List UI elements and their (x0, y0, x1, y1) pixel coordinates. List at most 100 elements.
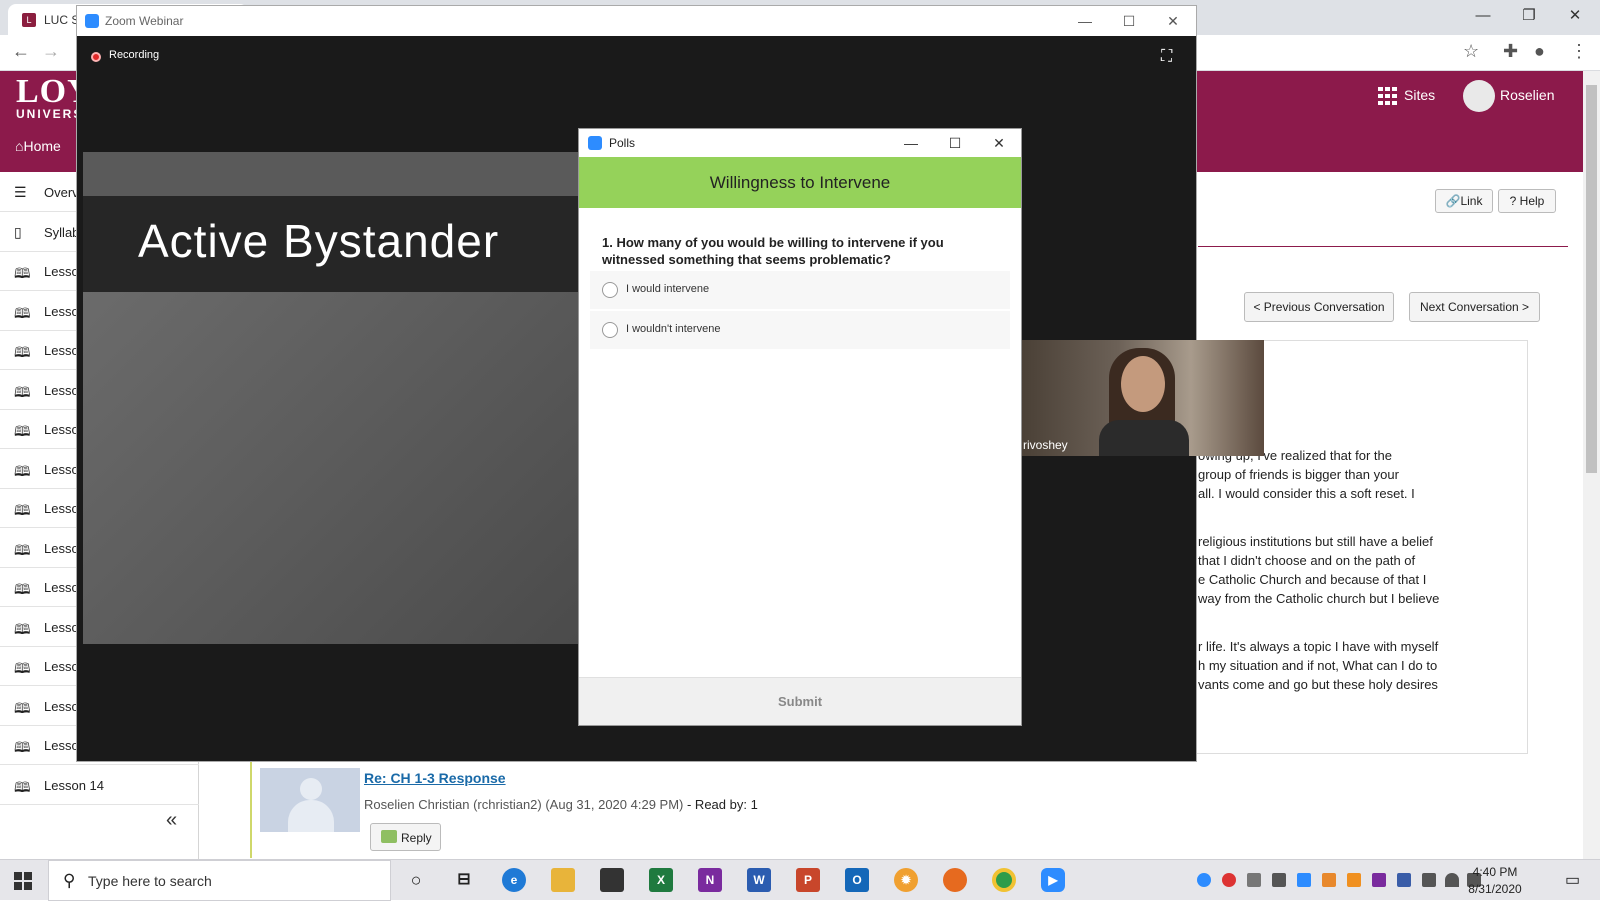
message-line: that I didn't choose and on the path of (1198, 553, 1416, 568)
user-name[interactable]: Roselien (1500, 87, 1554, 103)
sidebar-item-label: Lesso (44, 422, 79, 437)
security-tray-icon[interactable] (1272, 873, 1286, 887)
taskbar-search[interactable]: ⚲ Type here to search (48, 860, 391, 901)
app-tray-icon[interactable] (1397, 873, 1411, 887)
clock-time[interactable]: 4:40 PM (1450, 865, 1540, 879)
browser-menu-icon[interactable]: ⋮ (1570, 41, 1588, 62)
chrome-icon[interactable] (992, 868, 1016, 892)
sidebar-item-label: Lesso (44, 738, 79, 753)
zoom-maximize-button[interactable]: ☐ (1106, 6, 1152, 36)
polls-window-title: Polls (609, 136, 636, 150)
word-icon[interactable]: W (747, 868, 771, 892)
user-avatar[interactable] (1463, 80, 1495, 112)
store-icon[interactable] (600, 868, 624, 892)
onenote-icon[interactable]: N (698, 868, 722, 892)
university-logo-subtitle: UNIVERS (16, 107, 84, 121)
polls-minimize-button[interactable]: — (889, 129, 933, 157)
poll-header: Willingness to Intervene (579, 157, 1021, 208)
radio-button[interactable] (602, 322, 618, 338)
submit-button[interactable]: Submit (760, 694, 840, 709)
notification-icon[interactable]: ▭ (1565, 870, 1580, 890)
previous-conversation-button[interactable]: < Previous Conversation (1244, 292, 1394, 322)
extensions-puzzle-icon[interactable]: ✚ (1503, 41, 1518, 62)
post-read-by: - Read by: 1 (683, 797, 758, 812)
map-icon: ▯ (14, 223, 22, 240)
help-button-label: Help (1519, 194, 1545, 208)
post-meta: Roselien Christian (rchristian2) (Aug 31… (364, 797, 758, 812)
scrollbar-thumb[interactable] (1586, 85, 1597, 473)
edge-icon[interactable]: e (502, 868, 526, 892)
reader-icon: 🕮 (14, 699, 31, 716)
poll-name: Willingness to Intervene (709, 173, 891, 192)
cloud-tray-icon[interactable] (1247, 873, 1261, 887)
reader-icon: 🕮 (14, 423, 31, 439)
reader-icon: 🕮 (14, 462, 31, 479)
app-tray-icon[interactable] (1347, 873, 1361, 887)
page-scrollbar[interactable] (1583, 71, 1600, 859)
poll-option-label: I would intervene (626, 283, 710, 295)
zoom-close-button[interactable]: ✕ (1150, 6, 1196, 36)
collapse-sidebar-icon[interactable]: « (166, 809, 177, 832)
home-link[interactable]: ⌂Home (15, 138, 61, 154)
firefox-icon[interactable] (943, 868, 967, 892)
forward-arrow-icon[interactable]: → (42, 41, 60, 62)
post-author-avatar (260, 768, 360, 832)
battery-icon[interactable] (1422, 873, 1436, 887)
bookmark-star-icon[interactable]: ☆ (1463, 41, 1479, 62)
sidebar-item[interactable]: 🕮 Lesson 14 (0, 766, 199, 805)
browser-close-button[interactable]: ✕ (1552, 0, 1598, 32)
cortana-icon[interactable]: ○ (404, 868, 428, 892)
zoom-minimize-button[interactable]: — (1062, 6, 1108, 36)
zoom-app-icon[interactable]: ▶ (1041, 868, 1065, 892)
sidebar-item-label: Lesso (44, 619, 79, 635)
app-tray-icon[interactable] (1322, 873, 1336, 887)
thread-indent-bar (250, 762, 252, 858)
post-title-link[interactable]: Re: CH 1-3 Response (364, 770, 506, 786)
fullscreen-icon[interactable]: ⛶ (1161, 48, 1172, 66)
polls-dialog: Polls — ☐ ✕ Willingness to Intervene 1. … (578, 128, 1022, 726)
polls-maximize-button[interactable]: ☐ (933, 129, 977, 157)
link-icon: 🔗 (1445, 194, 1461, 208)
polls-close-button[interactable]: ✕ (977, 129, 1021, 157)
link-button[interactable]: 🔗Link (1435, 189, 1493, 213)
recording-icon (91, 52, 101, 62)
excel-icon[interactable]: X (649, 868, 673, 892)
message-line: h my situation and if not, What can I do… (1198, 658, 1438, 673)
reader-icon: 🕮 (14, 344, 31, 360)
task-view-icon[interactable]: ⊟ (452, 868, 476, 892)
sidebar-item-label: Syllab (44, 224, 80, 240)
reader-icon: 🕮 (14, 778, 31, 795)
search-icon: ⚲ (63, 871, 76, 890)
browser-minimize-button[interactable]: — (1460, 0, 1506, 32)
zoom-logo-icon (85, 14, 99, 28)
settings-gear-icon[interactable]: ✹ (894, 868, 918, 892)
sites-link[interactable]: Sites (1404, 87, 1435, 103)
sidebar-item-label: Lesso (44, 659, 79, 674)
help-tray-icon[interactable] (1197, 873, 1211, 887)
radio-button[interactable] (602, 282, 618, 298)
reader-icon: 🕮 (14, 383, 31, 400)
message-line: e Catholic Church and because of that I (1198, 572, 1427, 587)
back-arrow-icon[interactable]: ← (12, 41, 30, 62)
file-explorer-icon[interactable] (551, 868, 575, 892)
poll-option-2[interactable]: I wouldn't intervene (590, 311, 1010, 349)
reply-button[interactable]: Reply (370, 823, 441, 851)
clock-date[interactable]: 8/31/2020 (1450, 882, 1540, 896)
browser-restore-button[interactable]: ❐ (1506, 0, 1552, 32)
onenote-tray-icon[interactable] (1372, 873, 1386, 887)
poll-option-1[interactable]: I would intervene (590, 271, 1010, 309)
next-conversation-button[interactable]: Next Conversation > (1409, 292, 1540, 322)
grid-icon (1378, 87, 1397, 105)
profile-icon[interactable]: ● (1534, 41, 1545, 62)
beats-tray-icon[interactable] (1222, 873, 1236, 887)
windows-start-icon[interactable] (14, 872, 32, 890)
zoom-tray-icon[interactable] (1297, 873, 1311, 887)
powerpoint-icon[interactable]: P (796, 868, 820, 892)
message-line: r life. It's always a topic I have with … (1198, 639, 1439, 654)
zoom-window-title: Zoom Webinar (105, 14, 184, 28)
poll-option-label: I wouldn't intervene (626, 323, 721, 335)
outlook-icon[interactable]: O (845, 868, 869, 892)
reader-icon: 🕮 (14, 739, 31, 755)
help-button[interactable]: ? Help (1498, 189, 1556, 213)
browser-tab-title: LUC S (44, 13, 80, 27)
